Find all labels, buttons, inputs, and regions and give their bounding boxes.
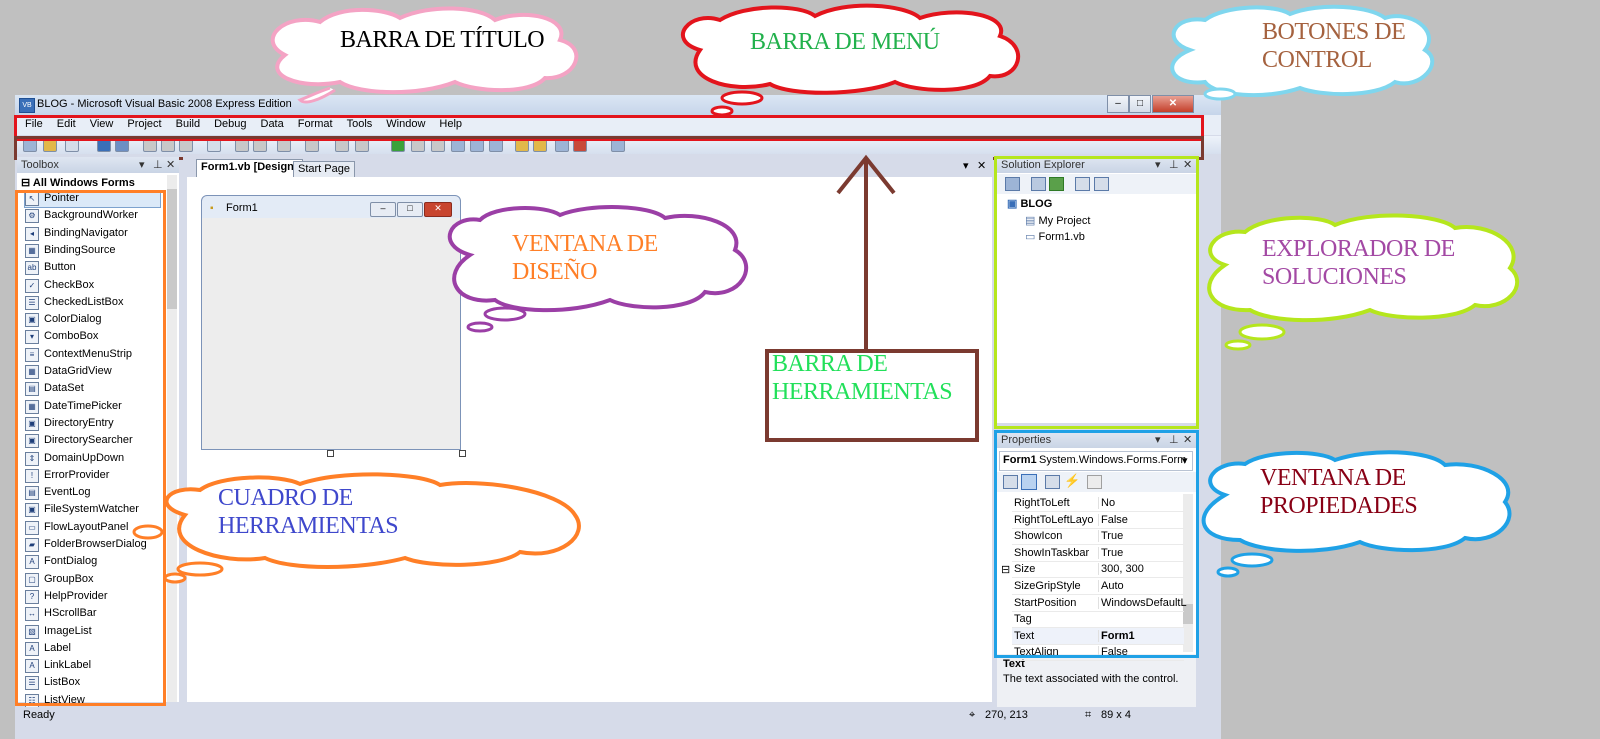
toolbox-cloud-bubble bbox=[163, 572, 187, 584]
solution-cloud-bubble bbox=[1238, 323, 1286, 341]
annotation-label: BOTONES DE CONTROL bbox=[1262, 19, 1406, 73]
annotation-label: VENTANA DE PROPIEDADES bbox=[1260, 465, 1418, 519]
control-cloud-bubble bbox=[1203, 87, 1237, 101]
annotation-label: BARRA DE TÍTULO bbox=[340, 27, 545, 53]
annotation-label: EXPLORADOR DE SOLUCIONES bbox=[1262, 236, 1455, 290]
annotation-label: CUADRO DE HERRAMIENTAS bbox=[218, 485, 399, 539]
solution-cloud-bubble bbox=[1224, 339, 1252, 351]
design-cloud-bubble bbox=[483, 306, 527, 322]
toolbox-cloud-bubble bbox=[132, 524, 164, 540]
properties-cloud-bubble bbox=[1216, 566, 1240, 578]
title-cloud-tail bbox=[297, 86, 336, 104]
annotation-label: BARRA DE MENÚ bbox=[750, 29, 940, 55]
menu-cloud-bubble bbox=[720, 90, 764, 106]
design-cloud-bubble bbox=[466, 321, 494, 333]
annotation-label: VENTANA DE DISEÑO bbox=[512, 231, 658, 285]
menu-cloud-bubble bbox=[710, 105, 734, 117]
toolbox-cloud-bubble bbox=[176, 561, 224, 577]
properties-cloud-bubble bbox=[1230, 552, 1274, 568]
annotation-label: BARRA DE HERRAMIENTAS bbox=[772, 351, 953, 405]
